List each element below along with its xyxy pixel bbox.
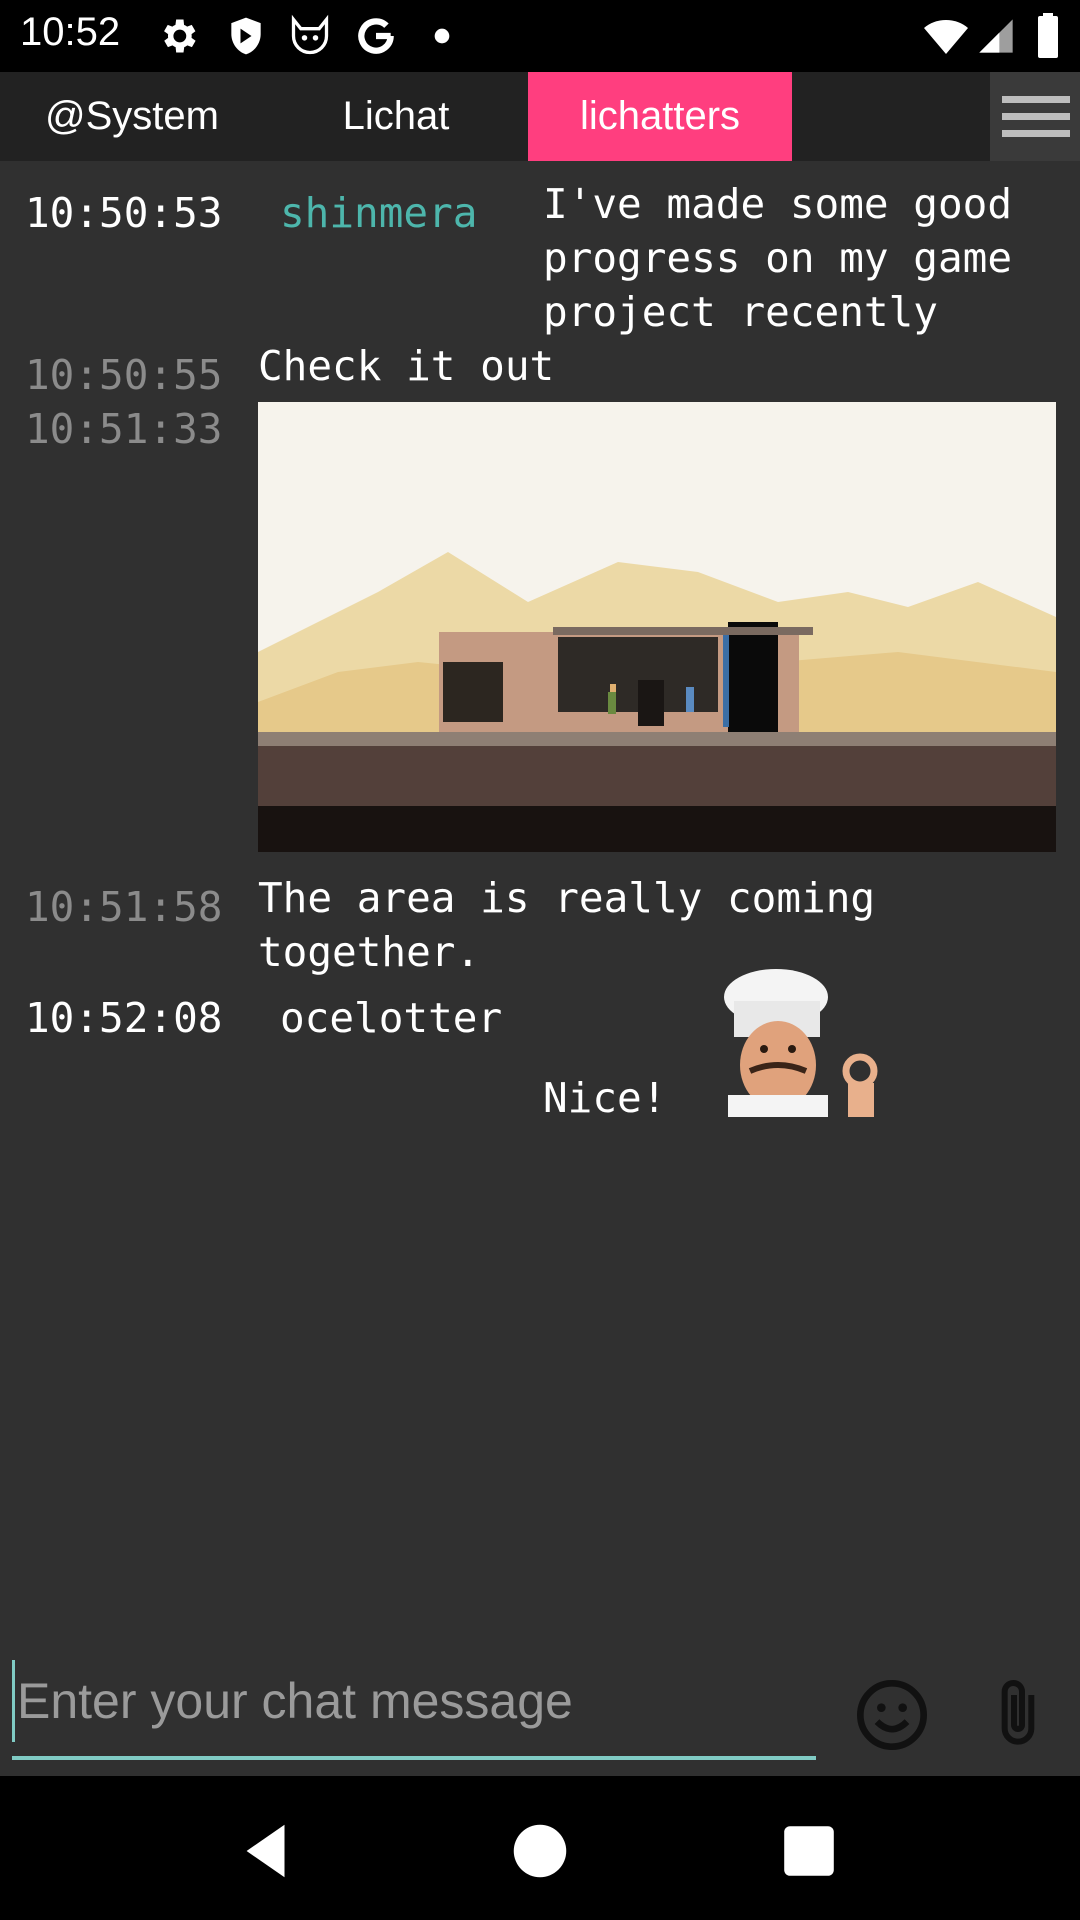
- tab-lichat[interactable]: Lichat: [264, 72, 528, 161]
- google-icon: [358, 18, 394, 54]
- message-author[interactable]: ocelotter: [280, 994, 502, 1042]
- message-timestamp: 10:51:58: [25, 883, 223, 931]
- message-text: I've made some good progress on my game …: [543, 180, 1012, 336]
- chef-kiss-emote: [724, 969, 878, 1117]
- tab-lichatters[interactable]: lichatters: [528, 72, 792, 161]
- message-author[interactable]: shinmera: [280, 189, 477, 237]
- signal-icon: [979, 19, 1013, 53]
- home-icon[interactable]: [505, 1816, 575, 1886]
- game-screenshot-image[interactable]: [258, 402, 1056, 852]
- tab-label: Lichat: [342, 94, 450, 138]
- message-text: Check it out: [258, 342, 555, 390]
- tab-label: @System: [45, 94, 219, 138]
- chat-input-container: [12, 1650, 816, 1760]
- channel-tab-bar: @System Lichat lichatters: [0, 72, 1080, 161]
- status-time: 10:52: [20, 10, 121, 54]
- hamburger-icon: [1002, 96, 1070, 103]
- tab-label: lichatters: [579, 94, 741, 138]
- message-list: 10:50:53 shinmera I've made some good pr…: [0, 161, 1080, 1661]
- message-text: The area is really coming together.: [258, 874, 876, 976]
- emoji-icon[interactable]: [852, 1670, 932, 1760]
- message-timestamp: 10:50:55: [25, 351, 223, 399]
- menu-button[interactable]: [990, 72, 1080, 161]
- tab-system[interactable]: @System: [0, 72, 264, 161]
- dot-icon: [434, 28, 450, 44]
- settings-icon: [164, 19, 196, 53]
- back-icon[interactable]: [232, 1816, 302, 1886]
- chat-message-input[interactable]: [12, 1660, 809, 1742]
- message-text: Nice!: [543, 1074, 667, 1122]
- shield-icon: [231, 17, 261, 55]
- message-timestamp: 10:51:33: [25, 405, 223, 453]
- wifi-icon: [924, 20, 968, 54]
- recents-icon[interactable]: [774, 1816, 844, 1886]
- status-bar: 10:52: [0, 0, 1080, 72]
- message-timestamp: 10:52:08: [25, 994, 223, 1042]
- message-timestamp: 10:50:53: [25, 189, 223, 237]
- navigation-bar: [0, 1776, 1080, 1920]
- battery-icon: [1038, 13, 1058, 58]
- cat-icon: [291, 14, 329, 55]
- paperclip-icon[interactable]: [978, 1670, 1058, 1760]
